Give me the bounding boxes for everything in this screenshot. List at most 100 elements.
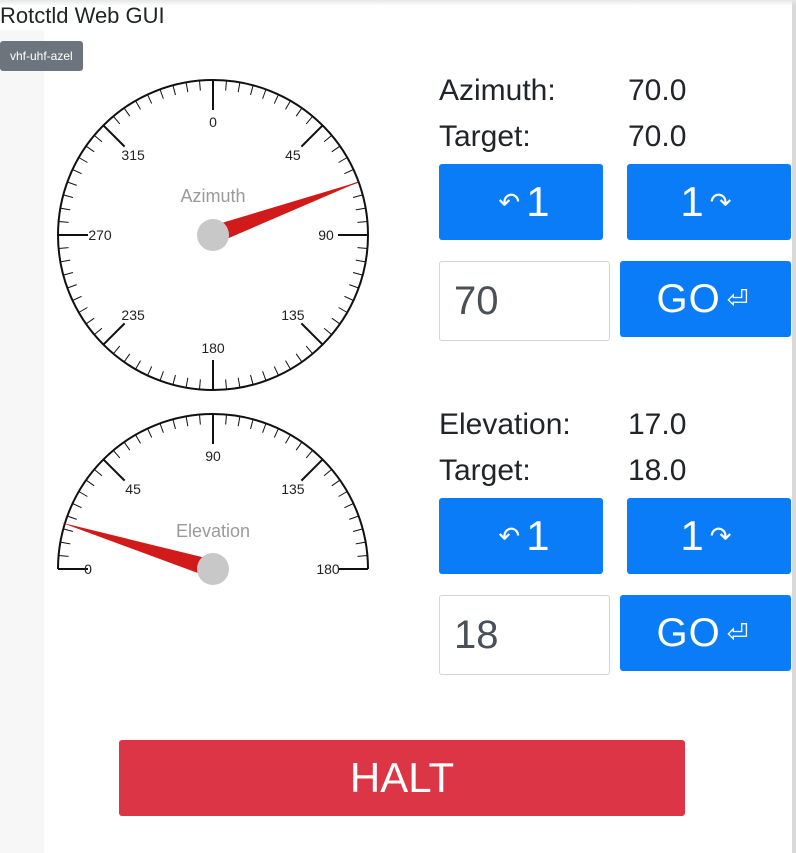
minor-tick xyxy=(147,366,153,376)
minor-tick xyxy=(355,207,366,211)
minor-tick xyxy=(72,503,82,509)
minor-tick xyxy=(93,327,103,336)
major-tick xyxy=(102,322,126,346)
minor-tick xyxy=(225,80,228,91)
minor-tick xyxy=(352,194,363,198)
minor-tick xyxy=(112,449,121,459)
minor-tick xyxy=(295,353,303,363)
minor-tick xyxy=(63,528,74,532)
azimuth-tick-label: 235 xyxy=(121,307,145,323)
minor-tick xyxy=(123,353,131,363)
minor-tick xyxy=(112,345,121,355)
rotate-ccw-icon: ↶ xyxy=(498,186,521,217)
minor-tick xyxy=(198,379,201,390)
minor-tick xyxy=(237,82,241,93)
azimuth-tick-label: 135 xyxy=(281,307,305,323)
azimuth-tick-label: 270 xyxy=(88,227,112,243)
elevation-needle-hub xyxy=(197,553,229,585)
azimuth-target-label: Target: xyxy=(439,120,531,153)
azimuth-label: Azimuth: xyxy=(439,74,556,107)
elevation-target-value: 18.0 xyxy=(628,454,687,487)
scrollbar-edge xyxy=(792,0,796,853)
minor-tick xyxy=(357,554,368,557)
left-gutter xyxy=(0,30,44,853)
rotate-ccw-icon: ↶ xyxy=(498,520,521,551)
elevation-value: 17.0 xyxy=(628,408,687,441)
minor-tick xyxy=(67,284,77,289)
minor-tick xyxy=(147,428,153,438)
minor-tick xyxy=(85,317,95,325)
minor-tick xyxy=(250,374,254,385)
minor-tick xyxy=(123,107,131,117)
azimuth-ccw-button[interactable]: ↶ 1 xyxy=(439,164,603,240)
minor-tick xyxy=(305,449,314,459)
azimuth-cw-step: 1 xyxy=(680,178,704,225)
elevation-go-button[interactable]: GO ⏎ xyxy=(620,595,791,671)
minor-tick xyxy=(349,515,359,520)
azimuth-gauge: 0 45 90 135 180 235 270 315 Azimuth xyxy=(57,79,369,391)
minor-tick xyxy=(262,371,267,381)
minor-tick xyxy=(273,366,279,376)
minor-tick xyxy=(72,169,82,175)
minor-tick xyxy=(159,371,164,381)
minor-tick xyxy=(135,360,141,370)
minor-tick xyxy=(93,468,103,477)
minor-tick xyxy=(198,414,201,425)
minor-tick xyxy=(172,374,176,385)
minor-tick xyxy=(63,272,74,276)
elevation-label: Elevation: xyxy=(439,408,571,441)
elevation-cw-button[interactable]: 1 ↷ xyxy=(627,498,791,574)
major-tick xyxy=(300,322,324,346)
minor-tick xyxy=(323,327,333,336)
azimuth-value: 70.0 xyxy=(628,74,687,107)
minor-tick xyxy=(273,94,279,104)
minor-tick xyxy=(305,115,314,125)
minor-tick xyxy=(344,503,354,509)
page-title: Rotctld Web GUI xyxy=(0,3,165,28)
minor-tick xyxy=(198,80,201,91)
azimuth-tick-label: 180 xyxy=(201,340,225,356)
minor-tick xyxy=(305,345,314,355)
azimuth-target-input[interactable] xyxy=(439,261,610,341)
minor-tick xyxy=(85,145,95,153)
minor-tick xyxy=(185,416,189,427)
minor-tick xyxy=(67,515,77,520)
minor-tick xyxy=(159,89,164,99)
elevation-target-input[interactable] xyxy=(439,595,610,675)
elevation-tick-label: 45 xyxy=(125,481,141,497)
minor-tick xyxy=(285,434,291,444)
major-tick xyxy=(300,124,324,148)
azimuth-go-label: GO xyxy=(656,276,721,321)
elevation-tick-label: 90 xyxy=(205,448,221,464)
azimuth-tick-label: 45 xyxy=(285,147,301,163)
minor-tick xyxy=(338,491,348,497)
azimuth-gauge-title: Azimuth xyxy=(180,186,245,206)
minor-tick xyxy=(147,94,153,104)
major-tick xyxy=(102,124,126,148)
minor-tick xyxy=(357,220,368,223)
minor-tick xyxy=(67,181,77,186)
minor-tick xyxy=(60,541,71,545)
elevation-ccw-step: 1 xyxy=(526,512,550,559)
minor-tick xyxy=(349,284,359,289)
minor-tick xyxy=(344,169,354,175)
azimuth-tick-label: 315 xyxy=(121,147,145,163)
minor-tick xyxy=(250,85,254,96)
minor-tick xyxy=(285,100,291,110)
azimuth-needle-hub xyxy=(197,219,229,251)
minor-tick xyxy=(355,259,366,263)
azimuth-target-value: 70.0 xyxy=(628,120,687,153)
elevation-ccw-button[interactable]: ↶ 1 xyxy=(439,498,603,574)
elevation-cw-step: 1 xyxy=(680,512,704,559)
minor-tick xyxy=(60,207,71,211)
minor-tick xyxy=(58,220,69,223)
halt-button[interactable]: HALT xyxy=(119,740,685,816)
major-tick xyxy=(102,458,126,482)
azimuth-go-button[interactable]: GO ⏎ xyxy=(620,261,791,337)
minor-tick xyxy=(237,416,241,427)
minor-tick xyxy=(172,419,176,430)
major-tick xyxy=(300,458,324,482)
minor-tick xyxy=(352,528,363,532)
azimuth-cw-button[interactable]: 1 ↷ xyxy=(627,164,791,240)
minor-tick xyxy=(159,423,164,433)
